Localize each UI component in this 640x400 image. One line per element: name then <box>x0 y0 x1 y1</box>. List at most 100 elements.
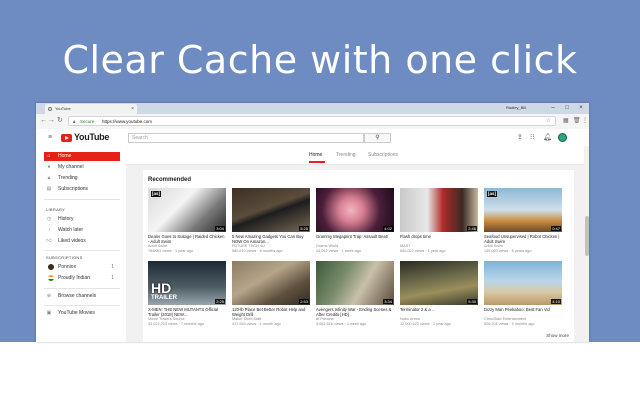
video-thumbnail[interactable]: [as] 3:04 <box>148 188 226 232</box>
forward-icon[interactable]: → <box>48 116 55 126</box>
browser-tab[interactable]: YouTube × <box>45 104 137 114</box>
back-icon[interactable]: ← <box>40 116 47 126</box>
channel-name[interactable]: Grams World <box>316 244 338 248</box>
avatar[interactable] <box>558 133 567 142</box>
video-thumbnail[interactable]: 3:34 <box>316 261 394 305</box>
channel-name[interactable]: Movie Trailers Source <box>148 317 185 321</box>
video-meta: 24,042 views · 1 week ago <box>316 249 361 253</box>
video-title[interactable]: Dealer Goes to Suitage | Raided Chicken … <box>148 234 226 244</box>
channel-name[interactable]: Adult Swim <box>484 244 503 248</box>
sidebar-item-label: My channel <box>58 164 84 170</box>
minimize-button[interactable]: – <box>546 103 560 113</box>
video-thumbnail[interactable]: HD TRAILER 2:25 <box>148 261 226 305</box>
video-title[interactable]: Seafood Unsupervised | Robot Chicken | A… <box>484 234 562 244</box>
video-title[interactable]: Grammy Megaprint Trap: Assault Beat! <box>316 234 394 244</box>
sidebar-item-history[interactable]: ◷ History <box>44 215 120 224</box>
new-count: 1 <box>111 275 114 281</box>
video-thumbnail[interactable]: 4:10 <box>484 261 562 305</box>
channel-name[interactable]: Maker Shed Staff <box>232 317 261 321</box>
video-thumbnail[interactable]: 2:46 <box>400 188 478 232</box>
sidebar-item-my-channel[interactable]: ● My channel <box>44 163 120 172</box>
channel-name[interactable]: MAST <box>400 244 411 248</box>
video-thumbnail[interactable]: 4:02 <box>316 188 394 232</box>
subscriptions-heading: SUBSCRIPTIONS <box>46 255 83 260</box>
video-title[interactable]: 120-lb Place Bet Better Robot Help and W… <box>232 307 310 317</box>
profile-name[interactable]: Radley_Bill <box>506 104 526 112</box>
sidebar-item-watch-later[interactable]: ◔ Watch later <box>44 226 120 235</box>
sidebar-item-label: Trending <box>58 175 78 181</box>
sidebar-divider <box>44 305 120 306</box>
sidebar-divider <box>44 288 120 289</box>
sidebar-item-subscriptions[interactable]: ▤ Subscriptions <box>44 185 120 194</box>
scrollbar-thumb[interactable] <box>585 216 589 256</box>
active-tab-indicator <box>309 161 325 163</box>
sidebar-item-label: Subscriptions <box>58 186 89 192</box>
scrollbar[interactable] <box>584 146 589 342</box>
video-thumbnail[interactable]: [as] 0:47 <box>484 188 562 232</box>
home-icon: ⌂ <box>47 153 51 159</box>
video-meta: 417,653 views · 1 month ago <box>232 322 281 326</box>
sidebar-item-liked-videos[interactable]: 👍︎ Liked videos <box>44 237 120 246</box>
duration-badge: 3:34 <box>383 299 393 304</box>
sidebar-divider <box>44 199 120 200</box>
sidebar-item-label: Browse channels <box>58 293 97 299</box>
video-thumbnail[interactable]: 5:30 <box>400 261 478 305</box>
channel-name[interactable]: at Preview <box>316 317 334 321</box>
video-title[interactable]: 5 New Amazing Gadgets You Can Buy NOW On… <box>232 234 310 244</box>
banner-title: Clear Cache with one click <box>62 38 578 82</box>
video-title[interactable]: Dizzy Man Peekaboo: Best Fan Vid <box>484 307 562 317</box>
close-window-button[interactable]: × <box>574 103 588 113</box>
video-title[interactable]: Terminator 2 & a ... <box>400 307 478 317</box>
video-meta: 145,050 views · 6 years ago <box>484 249 532 253</box>
bell-icon[interactable]: 🔔︎ <box>543 133 552 142</box>
sidebar-item-trending[interactable]: ▲ Trending <box>44 174 120 183</box>
recommended-feed: Recommended [as] 3:04 Dealer Goes to Sui… <box>143 170 574 342</box>
duration-badge: 5:25 <box>299 226 309 231</box>
adult-swim-badge: [as] <box>151 191 162 197</box>
apps-icon[interactable]: ⁝⁝ <box>530 133 534 142</box>
maximize-button[interactable]: □ <box>560 103 574 113</box>
youtube-logo-text[interactable]: YouTube <box>74 132 109 142</box>
sidebar-item-home[interactable]: ⌂ Home <box>44 152 120 161</box>
hd-badge: HD <box>151 280 172 296</box>
sidebar-item-label: Liked videos <box>58 238 86 244</box>
channel-name[interactable]: Nubo Arrow <box>400 317 420 321</box>
person-icon: ● <box>47 164 51 170</box>
star-icon[interactable]: ☆ <box>546 117 551 126</box>
sidebar-subscription-proudly-indian[interactable]: Proudly Indian 1 <box>44 274 120 283</box>
upload-icon[interactable]: ⇪ <box>517 133 523 142</box>
video-title[interactable]: X-MEN: THE NEW MUTANTS Official Trailer … <box>148 307 226 317</box>
close-tab-icon[interactable]: × <box>131 104 134 114</box>
channel-name[interactable]: Chris/Slab Entertainment <box>484 317 526 321</box>
video-thumbnail[interactable]: 5:25 <box>232 188 310 232</box>
address-bar[interactable]: 🔒︎ Secure https://www.youtube.com ☆ <box>68 116 556 126</box>
channel-name[interactable]: Adult Swim <box>148 244 167 248</box>
sidebar-item-youtube-movies[interactable]: ▣ YouTube Movies <box>44 309 120 318</box>
reload-icon[interactable]: ↻ <box>57 116 63 126</box>
globe-icon <box>48 107 52 111</box>
video-title[interactable]: Avengers Infinity War - Ending Scenes & … <box>316 307 394 317</box>
youtube-header: ≡ YouTube Search ⚲ ⇪ ⁝⁝ 🔔︎ <box>36 129 589 146</box>
channel-avatar <box>48 275 54 281</box>
video-title[interactable]: Flash drops time <box>400 234 478 244</box>
search-button[interactable]: ⚲ <box>364 133 391 143</box>
search-input[interactable]: Search <box>128 133 364 143</box>
tab-trending[interactable]: Trending <box>336 151 356 159</box>
menu-dots-icon[interactable]: ⋮ <box>582 116 588 126</box>
play-icon <box>65 136 69 140</box>
duration-badge: 3:04 <box>215 226 225 231</box>
new-count: 1 <box>111 264 114 270</box>
tab-home[interactable]: Home <box>309 151 322 159</box>
trash-icon[interactable]: 🗑︎ <box>573 116 581 126</box>
subscriptions-icon: ▤ <box>46 186 52 192</box>
hamburger-icon[interactable]: ≡ <box>48 134 52 141</box>
sidebar-subscription-ponniox[interactable]: Ponniox 1 <box>44 263 120 272</box>
channel-name[interactable]: FUTURE TECH 4U <box>232 244 265 248</box>
video-thumbnail[interactable]: 2:53 <box>232 261 310 305</box>
extension-icon[interactable]: ▦ <box>563 116 569 126</box>
secure-label: Secure <box>80 119 95 124</box>
tab-subscriptions[interactable]: Subscriptions <box>368 151 398 159</box>
sidebar-item-browse-channels[interactable]: ⊕ Browse channels <box>44 292 120 301</box>
show-more-link[interactable]: Show more <box>546 333 569 338</box>
main-content: Home Trending Subscriptions Recommended … <box>126 146 589 342</box>
